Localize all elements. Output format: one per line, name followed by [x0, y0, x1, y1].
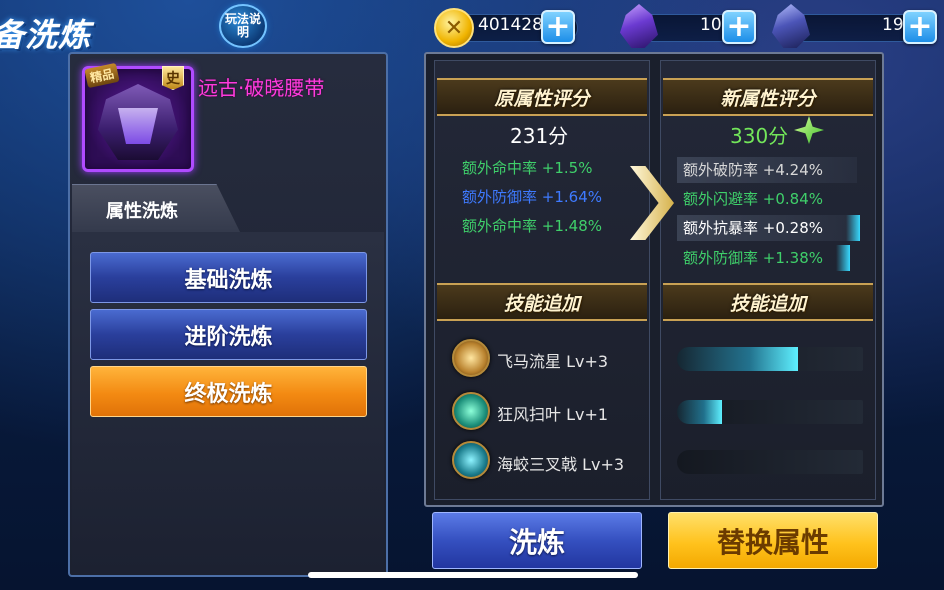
trident-icon: [452, 441, 490, 479]
stat-name: 额外命中率: [462, 159, 538, 177]
stat-value: +4.24%: [762, 161, 824, 179]
new-stat-4: 额外防御率 +1.38%: [683, 245, 823, 271]
stat-glow: [836, 245, 850, 271]
home-indicator: [308, 572, 638, 578]
skill-1: 飞马流星 Lv+3: [497, 348, 608, 372]
plus-icon: +: [726, 9, 752, 44]
stat-value: +1.64%: [541, 188, 603, 206]
skill-name: 海蛟三叉戟: [497, 455, 578, 474]
coin-icon: ✕: [434, 8, 474, 48]
plus-icon: +: [545, 9, 571, 44]
stat-name: 额外破防率: [683, 161, 759, 179]
stat-name: 额外命中率: [462, 217, 538, 235]
new-stat-3: 额外抗暴率 +0.28%: [683, 215, 823, 241]
wash-button[interactable]: 洗炼: [432, 512, 642, 569]
add-crystal-2-button[interactable]: +: [903, 10, 937, 44]
help-button[interactable]: 玩法说明: [219, 4, 267, 48]
page-title: 备洗炼: [0, 16, 92, 54]
stat-name: 额外抗暴率: [683, 219, 759, 237]
basic-wash-button[interactable]: 基础洗炼: [90, 252, 367, 303]
new-skills-header: 技能追加: [663, 283, 873, 321]
crystal-2-amount: 19: [882, 15, 904, 35]
stat-glow: [846, 215, 860, 241]
tab-label: 属性洗炼: [106, 201, 178, 222]
crystal-1-amount: 10: [700, 15, 722, 35]
advanced-wash-button[interactable]: 进阶洗炼: [90, 309, 367, 360]
original-skills-header: 技能追加: [437, 283, 647, 321]
skill-name: 飞马流星: [497, 352, 562, 371]
original-stat-2: 额外防御率 +1.64%: [462, 184, 602, 210]
original-header: 原属性评分: [437, 78, 647, 116]
new-stat-2: 额外闪避率 +0.84%: [683, 186, 823, 212]
skill-1-progress: [677, 347, 863, 371]
ultimate-wash-button[interactable]: 终极洗炼: [90, 366, 367, 417]
skill-level: Lv+3: [582, 455, 625, 474]
original-stat-3: 额外命中率 +1.48%: [462, 213, 602, 239]
stat-value: +1.5%: [541, 159, 593, 177]
plus-icon: +: [907, 9, 933, 44]
skill-3-progress: [677, 450, 863, 474]
new-score: 330分: [730, 124, 789, 148]
wind-sweep-icon: [452, 392, 490, 430]
replace-attributes-button[interactable]: 替换属性: [668, 512, 878, 569]
skill-2-progress: [677, 400, 863, 424]
stat-name: 额外防御率: [462, 188, 538, 206]
skill-level: Lv+3: [566, 352, 609, 371]
stat-name: 额外防御率: [683, 249, 759, 267]
stat-value: +0.84%: [762, 190, 824, 208]
skill-2-fill: [677, 400, 722, 424]
add-crystal-1-button[interactable]: +: [722, 10, 756, 44]
stat-value: +0.28%: [762, 219, 824, 237]
item-name: 远古·破晓腰带: [198, 76, 325, 100]
skill-name: 狂风扫叶: [497, 405, 562, 424]
add-gold-button[interactable]: +: [541, 10, 575, 44]
skill-1-fill: [677, 347, 798, 371]
stat-name: 额外闪避率: [683, 190, 759, 208]
stat-value: +1.48%: [541, 217, 603, 235]
new-header: 新属性评分: [663, 78, 873, 116]
pegasus-meteor-icon: [452, 339, 490, 377]
skill-2: 狂风扫叶 Lv+1: [497, 401, 608, 425]
skill-level: Lv+1: [566, 405, 609, 424]
rank-badge: 史: [162, 66, 184, 90]
gold-amount: 401428: [478, 15, 543, 35]
original-stat-1: 额外命中率 +1.5%: [462, 155, 592, 181]
original-score: 231分: [510, 124, 569, 148]
skill-3: 海蛟三叉戟 Lv+3: [497, 451, 624, 475]
stat-value: +1.38%: [762, 249, 824, 267]
new-stat-1: 额外破防率 +4.24%: [683, 157, 823, 183]
